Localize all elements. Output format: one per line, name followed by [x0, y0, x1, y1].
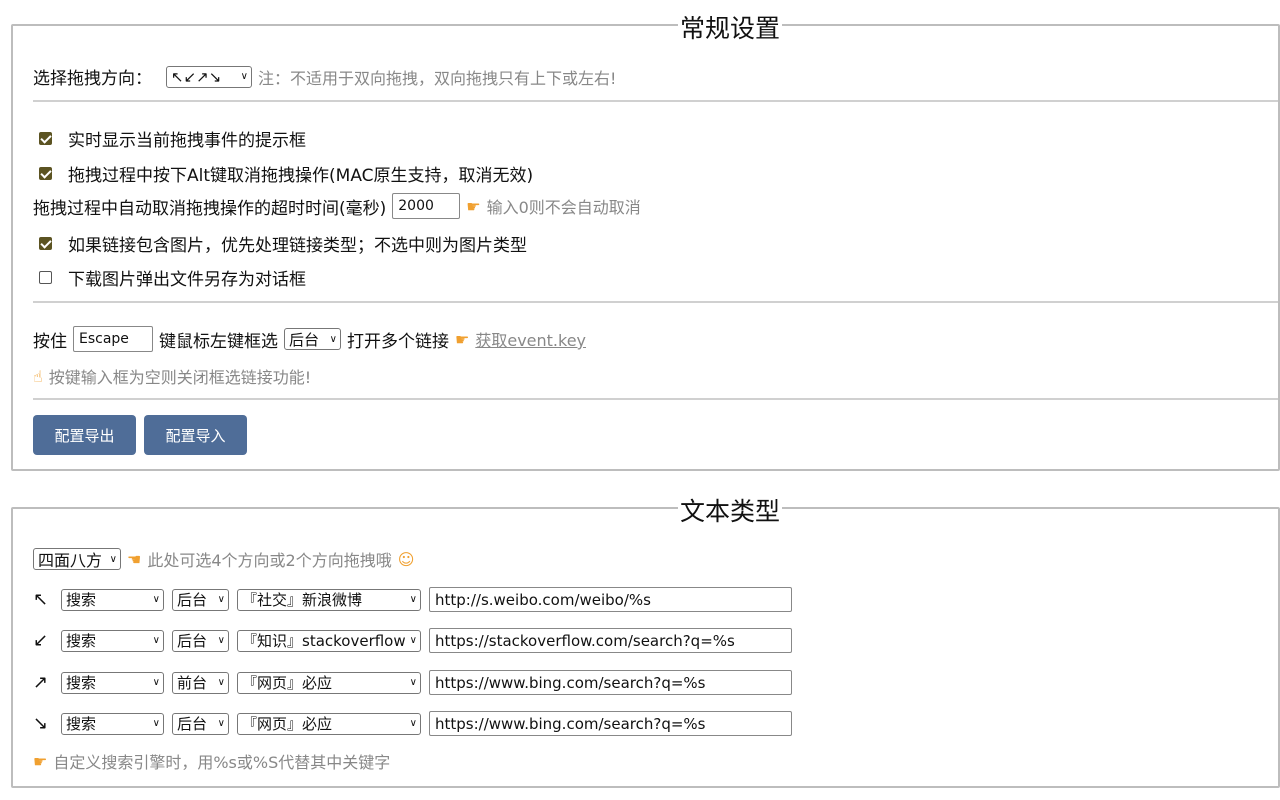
timeout-input[interactable]: 2000 — [392, 193, 461, 219]
action-select[interactable]: 搜索 ∨ — [61, 588, 164, 611]
hold-label: 按住 — [33, 331, 67, 352]
export-config-button[interactable]: 配置导出 — [33, 415, 136, 455]
direction-select[interactable]: ↖↙↗↘ ∨ — [166, 65, 252, 88]
chevron-down-icon: ∨ — [217, 718, 225, 729]
select-label: 键鼠标左键框选 — [159, 331, 278, 352]
chevron-down-icon: ∨ — [409, 718, 417, 729]
chevron-down-icon: ∨ — [152, 718, 160, 729]
engine-select[interactable]: 『网页』必应 ∨ — [237, 671, 421, 694]
general-settings-section: 常规设置 选择拖拽方向： ↖↙↗↘ ∨ 注：不适用于双向拖拽，双向拖拽只有上下或左… — [11, 14, 1280, 471]
divider — [33, 398, 1278, 400]
import-config-button[interactable]: 配置导入 — [144, 415, 247, 455]
chevron-down-icon: ∨ — [409, 677, 417, 688]
alt-cancel-checkbox[interactable] — [39, 167, 52, 180]
chevron-down-icon: ∨ — [109, 553, 117, 565]
mode-select[interactable]: 四面八方 ∨ — [33, 548, 121, 570]
direction-row: ↘ 搜索 ∨ 后台 ∨ 『网页』必应 ∨ https://www.bing.com/s… — [33, 711, 792, 736]
timeout-label: 拖拽过程中自动取消拖拽操作的超时时间(毫秒) — [33, 198, 387, 219]
chevron-down-icon: ∨ — [409, 635, 417, 646]
action-select[interactable]: 搜索 ∨ — [61, 671, 164, 694]
divider — [33, 100, 1278, 102]
tab-select[interactable]: 后台 ∨ — [172, 588, 229, 611]
timeout-hint: 输入0则不会自动取消 — [486, 198, 641, 217]
mode-hint: 此处可选4个方向或2个方向拖拽哦 — [147, 551, 392, 570]
hold-key-input[interactable]: Escape — [73, 326, 153, 352]
prefer-link-label: 如果链接包含图片，优先处理链接类型；不选中则为图片类型 — [68, 236, 527, 256]
divider — [33, 301, 1278, 303]
direction-arrow-icon: ↘ — [33, 713, 49, 734]
open-label: 打开多个链接 — [347, 331, 449, 352]
direction-arrow-icon: ↖ — [33, 589, 49, 610]
footer-hint: 自定义搜索引擎时，用%s或%S代替其中关键字 — [53, 753, 391, 772]
url-input[interactable]: https://www.bing.com/search?q=%s — [429, 711, 792, 736]
direction-row: ↗ 搜索 ∨ 前台 ∨ 『网页』必应 ∨ https://www.bing.com/s… — [33, 670, 792, 695]
chevron-down-icon: ∨ — [217, 594, 225, 605]
pointing-hand-icon: ☚ — [127, 549, 142, 569]
direction-arrow-icon: ↗ — [33, 672, 49, 693]
save-dialog-label: 下载图片弹出文件另存为对话框 — [68, 270, 306, 290]
pointing-up-icon: ☝ — [33, 366, 43, 386]
section-title: 文本类型 — [678, 497, 783, 526]
tab-select[interactable]: 后台 ∨ — [172, 629, 229, 652]
pointing-hand-icon: ☛ — [466, 196, 481, 216]
chevron-down-icon: ∨ — [217, 635, 225, 646]
engine-select[interactable]: 『网页』必应 ∨ — [237, 712, 421, 735]
open-mode-select[interactable]: 后台 ∨ — [284, 328, 341, 350]
grin-emoji-icon: ☺ — [397, 549, 415, 569]
action-select[interactable]: 搜索 ∨ — [61, 629, 164, 652]
show-tip-checkbox[interactable] — [39, 132, 52, 145]
alt-cancel-label: 拖拽过程中按下Alt键取消拖拽操作(MAC原生支持，取消无效) — [68, 166, 534, 186]
direction-row: ↙ 搜索 ∨ 后台 ∨ 『知识』stackoverflow ∨ https://sta… — [33, 628, 792, 653]
chevron-down-icon: ∨ — [152, 594, 160, 605]
key-hint: 按键输入框为空则关闭框选链接功能! — [48, 368, 312, 387]
engine-select[interactable]: 『知识』stackoverflow ∨ — [237, 629, 421, 652]
pointing-hand-icon: ☛ — [455, 329, 470, 349]
direction-note: 注：不适用于双向拖拽，双向拖拽只有上下或左右! — [258, 68, 617, 88]
direction-label: 选择拖拽方向： — [33, 69, 152, 89]
url-input[interactable]: http://s.weibo.com/weibo/%s — [429, 587, 792, 612]
prefer-link-checkbox[interactable] — [39, 237, 52, 250]
chevron-down-icon: ∨ — [152, 677, 160, 688]
action-select[interactable]: 搜索 ∨ — [61, 712, 164, 735]
url-input[interactable]: https://stackoverflow.com/search?q=%s — [429, 628, 792, 653]
chevron-down-icon: ∨ — [217, 677, 225, 688]
show-tip-label: 实时显示当前拖拽事件的提示框 — [68, 131, 306, 151]
text-type-section: 文本类型 四面八方 ∨ ☚ 此处可选4个方向或2个方向拖拽哦 ☺ ↖ 搜索 ∨ 后台 ∨ … — [11, 497, 1280, 788]
pointing-hand-icon: ☛ — [33, 751, 48, 771]
tab-select[interactable]: 前台 ∨ — [172, 671, 229, 694]
chevron-down-icon: ∨ — [409, 594, 417, 605]
chevron-down-icon: ∨ — [329, 333, 337, 345]
tab-select[interactable]: 后台 ∨ — [172, 712, 229, 735]
chevron-down-icon: ∨ — [152, 635, 160, 646]
save-dialog-checkbox[interactable] — [39, 271, 52, 284]
url-input[interactable]: https://www.bing.com/search?q=%s — [429, 670, 792, 695]
get-event-key-link[interactable]: 获取event.key — [475, 327, 586, 351]
direction-row: ↖ 搜索 ∨ 后台 ∨ 『社交』新浪微博 ∨ http://s.weibo.com/w… — [33, 587, 792, 612]
engine-select[interactable]: 『社交』新浪微博 ∨ — [237, 588, 421, 611]
direction-arrow-icon: ↙ — [33, 630, 49, 651]
chevron-down-icon: ∨ — [240, 71, 248, 82]
section-title: 常规设置 — [678, 14, 783, 43]
